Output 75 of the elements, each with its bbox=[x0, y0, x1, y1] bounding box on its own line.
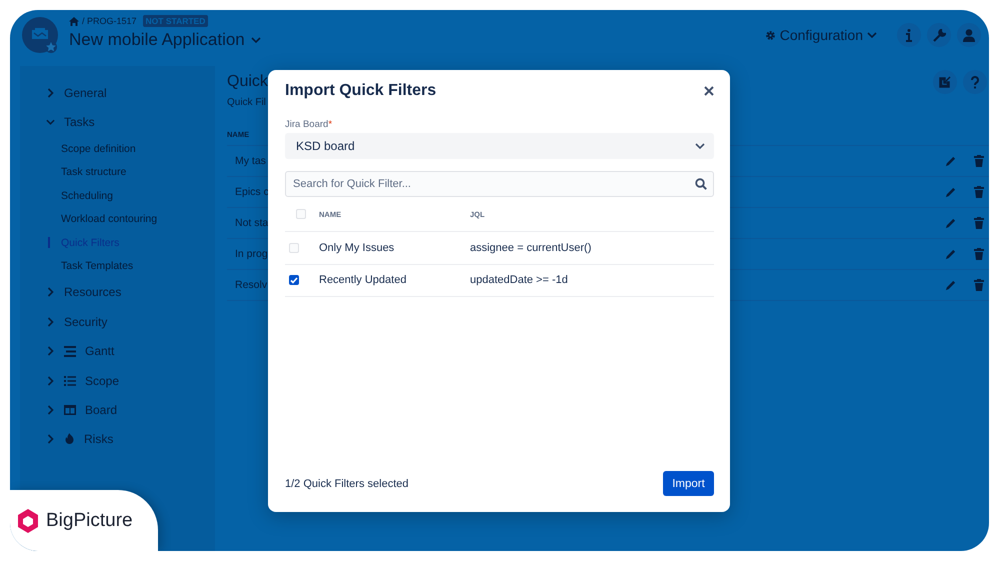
board-icon bbox=[64, 405, 76, 416]
filter-name: Recently Updated bbox=[319, 274, 408, 286]
chevron-right-icon[interactable] bbox=[46, 405, 55, 416]
chevron-right-icon[interactable] bbox=[46, 287, 55, 298]
filter-name: Only My Issues bbox=[319, 242, 396, 254]
jql-query: updatedDate >= -1d bbox=[470, 274, 568, 286]
breadcrumb-link[interactable]: / PROG-1517 bbox=[82, 16, 137, 26]
import-icon bbox=[939, 76, 951, 88]
sidebar-section[interactable]: Resources bbox=[20, 278, 215, 308]
user-button[interactable] bbox=[957, 23, 981, 47]
wrench-icon bbox=[932, 28, 946, 42]
status-badge: NOT STARTED bbox=[142, 15, 208, 27]
trash-icon[interactable] bbox=[974, 155, 984, 167]
page-subtitle: Quick Fil bbox=[227, 97, 267, 110]
trash-icon[interactable] bbox=[974, 217, 984, 229]
sidebar-section[interactable]: Security bbox=[20, 307, 215, 337]
sidebar-item[interactable]: Task Templates bbox=[20, 254, 215, 278]
brand-name: BigPicture bbox=[46, 510, 133, 532]
gear-icon bbox=[764, 30, 776, 40]
list-icon bbox=[64, 376, 76, 386]
user-icon bbox=[963, 28, 975, 42]
trash-icon[interactable] bbox=[974, 186, 984, 198]
chevron-right-icon[interactable] bbox=[46, 316, 55, 327]
pencil-icon[interactable] bbox=[945, 186, 956, 198]
sidebar-section[interactable]: General bbox=[20, 78, 215, 108]
pencil-icon[interactable] bbox=[945, 280, 956, 290]
chevron-right-icon[interactable] bbox=[46, 346, 55, 356]
help-button[interactable] bbox=[963, 70, 987, 94]
chevron-right-icon[interactable] bbox=[46, 88, 55, 98]
pencil-icon[interactable] bbox=[945, 248, 956, 260]
search-icon bbox=[695, 178, 707, 190]
sidebar-section[interactable]: Gantt bbox=[20, 336, 215, 366]
info-button[interactable] bbox=[897, 23, 921, 47]
page-title: Quick bbox=[227, 72, 268, 92]
jql-query: assignee = currentUser() bbox=[470, 242, 592, 254]
field-label: Jira Board* bbox=[285, 119, 334, 130]
project-title[interactable]: New mobile Application bbox=[69, 30, 261, 50]
chevron-down-icon[interactable] bbox=[695, 142, 705, 150]
filter-name: My tas bbox=[235, 155, 266, 167]
dialog-title: Import Quick Filters bbox=[285, 82, 436, 100]
import-button[interactable] bbox=[933, 70, 957, 94]
sidebar-item[interactable]: Scope definition bbox=[20, 136, 215, 160]
close-icon bbox=[704, 86, 714, 96]
sidebar-item[interactable]: Scheduling bbox=[20, 184, 215, 208]
wrench-button[interactable] bbox=[927, 23, 951, 47]
home-icon[interactable] bbox=[69, 16, 79, 26]
chevron-right-icon[interactable] bbox=[46, 376, 55, 386]
project-avatar-icon bbox=[22, 17, 58, 53]
configuration-menu[interactable]: Configuration bbox=[764, 27, 877, 43]
sidebar-section[interactable]: Board bbox=[20, 395, 215, 425]
chevron-right-icon[interactable] bbox=[46, 434, 55, 444]
trash-icon[interactable] bbox=[974, 279, 984, 291]
pencil-icon[interactable] bbox=[945, 218, 956, 228]
select-all-checkbox[interactable] bbox=[296, 209, 306, 219]
sidebar-section[interactable]: Tasks bbox=[20, 107, 215, 137]
search-field[interactable]: Search for Quick Filter... bbox=[285, 171, 714, 197]
pencil-icon[interactable] bbox=[945, 156, 956, 166]
hexagon-logo-icon bbox=[16, 508, 40, 534]
sidebar-item[interactable]: Task structure bbox=[20, 160, 215, 184]
filter-name: Resolv bbox=[235, 279, 268, 291]
filter-name: In prog bbox=[235, 248, 268, 260]
close-button[interactable] bbox=[704, 86, 714, 96]
filter-name: Not sta bbox=[235, 217, 268, 229]
sidebar-section[interactable]: Scope bbox=[20, 366, 215, 396]
selection-status: 1/2 Quick Filters selected bbox=[285, 478, 408, 490]
sidebar-section[interactable]: Risks bbox=[20, 424, 215, 454]
row-checkbox[interactable] bbox=[289, 275, 299, 286]
board-select[interactable]: KSD board bbox=[285, 133, 714, 159]
flame-icon bbox=[64, 433, 75, 446]
import-button[interactable]: Import bbox=[663, 471, 714, 496]
info-icon bbox=[906, 28, 912, 42]
trash-icon[interactable] bbox=[974, 248, 984, 260]
gantt-icon bbox=[64, 346, 76, 357]
sidebar-item[interactable]: Workload contouring bbox=[20, 207, 215, 231]
question-mark-icon bbox=[971, 76, 979, 88]
